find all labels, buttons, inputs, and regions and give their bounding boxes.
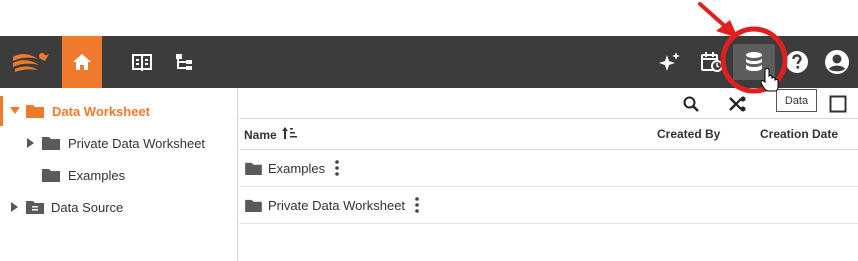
folder-icon — [245, 199, 262, 212]
tree-item-examples[interactable]: Examples — [0, 160, 238, 190]
data-source-folder-icon — [26, 200, 44, 214]
tree-item-data-worksheet[interactable]: Data Worksheet — [0, 96, 238, 126]
select-all-checkbox[interactable] — [826, 92, 850, 116]
data-tooltip: Data — [776, 89, 817, 112]
list-item-name: Examples — [268, 160, 326, 176]
folder-icon — [42, 136, 60, 150]
caret-right-icon[interactable] — [10, 202, 20, 212]
repository-tree: Data Worksheet Private Data Worksheet Ex… — [0, 88, 238, 261]
list-item-name: Private Data Worksheet — [268, 197, 406, 213]
schedule-icon[interactable] — [694, 36, 730, 88]
list-item[interactable]: Examples — [239, 150, 858, 187]
tree-icon[interactable] — [164, 36, 204, 88]
annotation-area — [0, 0, 858, 36]
column-created-by-header[interactable]: Created By — [657, 127, 720, 141]
tree-item-data-source[interactable]: Data Source — [0, 192, 238, 222]
folder-icon — [245, 162, 262, 175]
tree-item-label: Examples — [68, 167, 126, 183]
list-header: Name Created By Creation Date — [239, 118, 858, 150]
folder-icon — [42, 168, 60, 182]
column-label: Name — [244, 127, 277, 142]
sparkle-icon[interactable] — [652, 36, 688, 88]
help-icon[interactable] — [780, 36, 814, 88]
more-options-icon[interactable] — [335, 160, 339, 176]
caret-down-icon[interactable] — [10, 106, 20, 116]
tree-item-private-data-worksheet[interactable]: Private Data Worksheet — [0, 128, 238, 158]
search-icon[interactable] — [679, 92, 703, 116]
book-icon[interactable] — [122, 36, 162, 88]
database-icon[interactable] — [733, 44, 775, 80]
folder-icon — [26, 104, 44, 118]
column-creation-date-header[interactable]: Creation Date — [760, 127, 838, 141]
user-icon[interactable] — [818, 36, 856, 88]
more-options-icon[interactable] — [415, 197, 419, 213]
list-toolbar — [239, 88, 858, 118]
tree-item-label: Data Source — [51, 199, 124, 215]
sort-ascending-icon[interactable] — [281, 127, 297, 142]
tree-item-label: Private Data Worksheet — [68, 135, 206, 151]
top-toolbar — [0, 36, 858, 88]
merge-icon[interactable] — [726, 92, 750, 116]
column-name-header[interactable]: Name — [244, 127, 297, 142]
brand-logo-icon[interactable] — [6, 36, 56, 88]
home-icon[interactable] — [62, 36, 102, 88]
caret-right-icon[interactable] — [26, 138, 36, 148]
list-item[interactable]: Private Data Worksheet — [239, 187, 858, 224]
tree-item-label: Data Worksheet — [52, 103, 151, 119]
